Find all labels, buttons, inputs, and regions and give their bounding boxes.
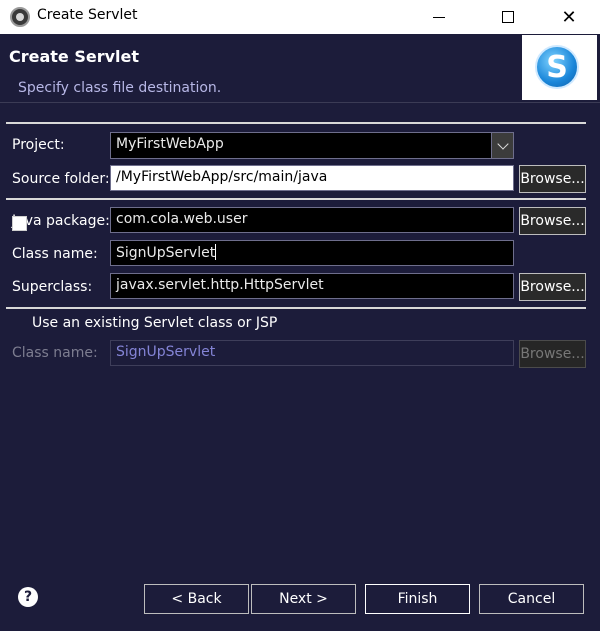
superclass-field[interactable]: javax.servlet.http.HttpServlet	[110, 273, 514, 299]
servlet-logo-icon: S	[535, 45, 579, 89]
existing-servlet-checkbox[interactable]	[12, 216, 27, 231]
cancel-button[interactable]: Cancel	[479, 584, 584, 614]
maximize-button[interactable]	[485, 0, 531, 34]
existing-class-browse-button[interactable]: Browse...	[519, 340, 586, 368]
class-name-label: Class name:	[12, 246, 98, 262]
source-folder-label: Source folder:	[12, 171, 110, 187]
wizard-description: Specify class file destination.	[18, 80, 222, 96]
eclipse-app-icon	[10, 7, 30, 27]
superclass-browse-button[interactable]: Browse...	[519, 273, 586, 301]
project-combo[interactable]: MyFirstWebApp	[110, 132, 514, 159]
source-folder-field[interactable]: /MyFirstWebApp/src/main/java	[110, 165, 514, 191]
minimize-icon	[433, 16, 445, 18]
top-separator	[6, 122, 586, 124]
minimize-button[interactable]	[416, 0, 462, 34]
java-package-browse-button[interactable]: Browse...	[519, 207, 586, 235]
close-icon: ✕	[561, 6, 577, 28]
window-title: Create Servlet	[37, 7, 138, 23]
class-name-field[interactable]: SignUpServlet	[110, 240, 514, 266]
middle-separator	[6, 198, 586, 200]
help-icon[interactable]: ?	[18, 587, 38, 607]
chevron-down-icon[interactable]	[491, 133, 513, 158]
wizard-header: Create Servlet Specify class file destin…	[0, 34, 600, 102]
wizard-logo-area: S	[522, 35, 597, 100]
text-caret	[215, 244, 217, 260]
project-value: MyFirstWebApp	[116, 136, 224, 152]
superclass-label: Superclass:	[12, 279, 93, 295]
existing-class-name-label: Class name:	[12, 345, 98, 361]
java-package-field[interactable]: com.cola.web.user	[110, 207, 514, 233]
title-bar: Create Servlet ✕	[0, 0, 600, 34]
back-button[interactable]: < Back	[144, 584, 249, 614]
existing-servlet-label[interactable]: Use an existing Servlet class or JSP	[32, 315, 277, 331]
lower-separator	[6, 307, 586, 309]
finish-button[interactable]: Finish	[365, 584, 470, 614]
wizard-title: Create Servlet	[9, 47, 140, 66]
existing-class-name-field[interactable]: SignUpServlet	[110, 340, 514, 366]
project-label: Project:	[12, 137, 65, 153]
next-button[interactable]: Next >	[251, 584, 356, 614]
source-folder-browse-button[interactable]: Browse...	[519, 165, 586, 193]
close-button[interactable]: ✕	[546, 0, 592, 34]
wizard-body: Project: MyFirstWebApp Source folder: /M…	[0, 102, 600, 631]
maximize-icon	[502, 11, 514, 23]
